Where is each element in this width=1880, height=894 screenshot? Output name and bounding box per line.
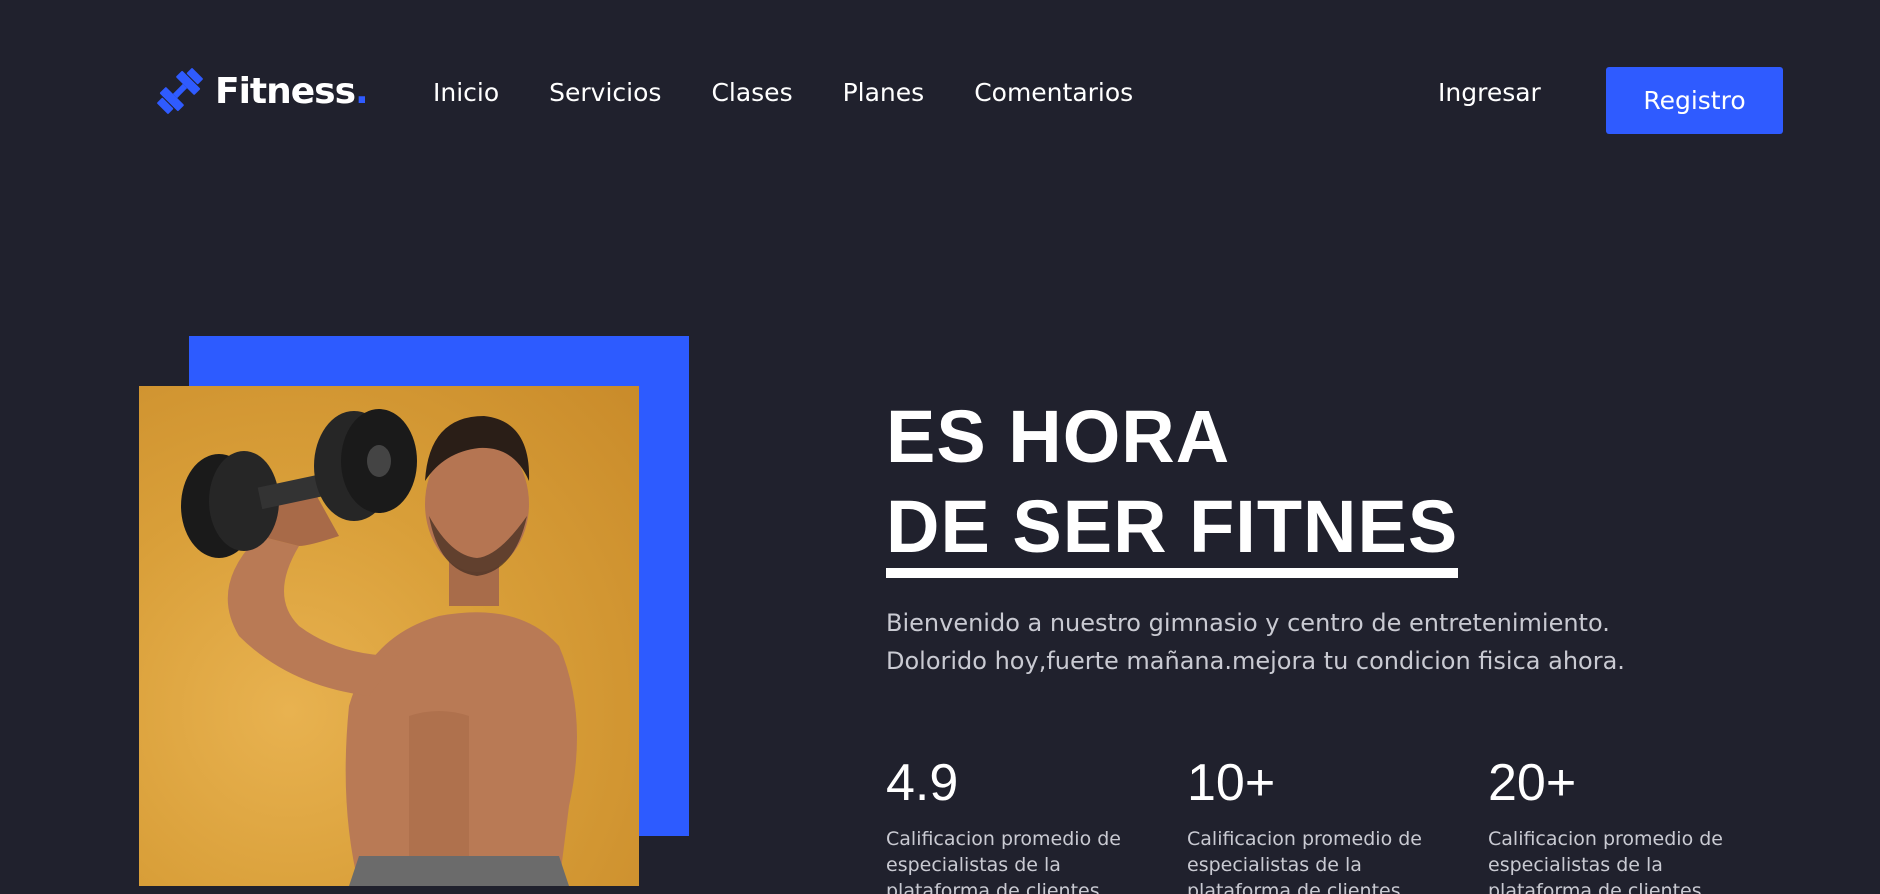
stat-value: 10+: [1187, 754, 1276, 812]
stat-specialists: 10+ Calificacion promedio de especialist…: [1187, 752, 1452, 894]
hero-subtitle-line1: Bienvenido a nuestro gimnasio y centro d…: [886, 609, 1610, 637]
register-button[interactable]: Registro: [1606, 67, 1783, 134]
stat-label: Calificacion promedio de especialistas d…: [886, 828, 1121, 894]
stat-rating: 4.9 Calificacion promedio de especialist…: [886, 752, 1151, 894]
stat-label: Calificacion promedio de especialistas d…: [1488, 828, 1723, 894]
nav-item-servicios[interactable]: Servicios: [549, 78, 661, 107]
login-link[interactable]: Ingresar: [1438, 78, 1541, 107]
stat-value: 4.9: [886, 754, 959, 812]
hero-title: ES HORA DE SER FITNES: [886, 392, 1459, 578]
hero-subtitle-line2: Dolorido hoy,fuerte mañana.mejora tu con…: [886, 647, 1625, 675]
dumbbell-icon: [157, 68, 203, 114]
hero-title-line2: DE SER FITNES: [886, 488, 1459, 578]
nav-item-comentarios[interactable]: Comentarios: [974, 78, 1133, 107]
hero-title-line1: ES HORA: [886, 395, 1231, 478]
man-lifting-dumbbell-illustration: [181, 409, 577, 886]
hero-subtitle: Bienvenido a nuestro gimnasio y centro d…: [886, 604, 1786, 680]
nav-item-clases[interactable]: Clases: [711, 78, 792, 107]
nav-item-inicio[interactable]: Inicio: [433, 78, 499, 107]
brand-name: Fitness.: [215, 70, 369, 112]
stats-row: 4.9 Calificacion promedio de especialist…: [886, 752, 1753, 894]
stat-classes: 20+ Calificacion promedio de especialist…: [1488, 752, 1753, 894]
stat-value: 20+: [1488, 754, 1577, 812]
main-nav: Inicio Servicios Clases Planes Comentari…: [433, 78, 1133, 107]
brand-logo[interactable]: Fitness.: [153, 64, 369, 118]
stat-label: Calificacion promedio de especialistas d…: [1187, 828, 1422, 894]
nav-item-planes[interactable]: Planes: [843, 78, 925, 107]
hero-photo: [139, 386, 639, 886]
